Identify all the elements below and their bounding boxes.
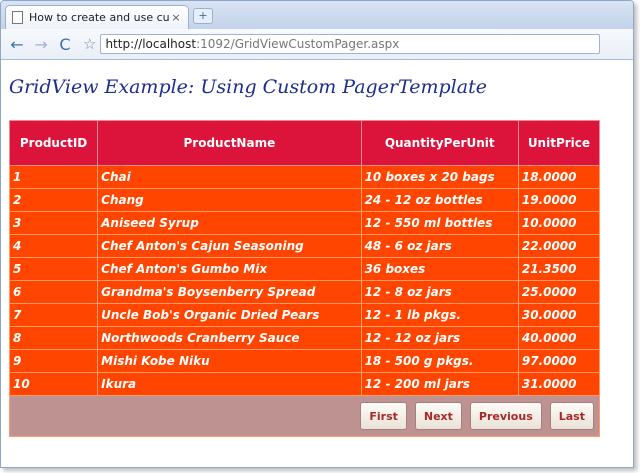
header-productid: ProductID bbox=[8, 120, 99, 166]
cell-quantity: 12 - 8 oz jars bbox=[360, 280, 519, 304]
cell-productid: 1 bbox=[8, 165, 99, 189]
browser-toolbar: ← → C ☆ http://localhost:1092/GridViewCu… bbox=[1, 29, 633, 60]
cell-productid: 6 bbox=[8, 280, 99, 304]
cell-productname: Aniseed Syrup bbox=[97, 211, 362, 235]
cell-quantity: 12 - 12 oz jars bbox=[360, 326, 519, 350]
tab-strip: How to create and use cus... × + bbox=[1, 1, 633, 29]
cell-productname: Ikura bbox=[97, 372, 362, 396]
star-icon[interactable]: ☆ bbox=[83, 35, 96, 53]
header-quantityperunit: QuantityPerUnit bbox=[360, 120, 519, 166]
cell-productid: 3 bbox=[8, 211, 99, 235]
page-icon bbox=[12, 11, 23, 24]
close-icon[interactable]: × bbox=[170, 11, 182, 24]
cell-price: 18.0000 bbox=[517, 165, 601, 189]
pager-cell: First Next Previous Last bbox=[9, 395, 600, 437]
header-row: ProductID ProductName QuantityPerUnit Un… bbox=[8, 120, 601, 166]
cell-price: 25.0000 bbox=[517, 280, 601, 304]
table-row: 6 Grandma's Boysenberry Spread 12 - 8 oz j… bbox=[8, 280, 601, 304]
cell-quantity: 12 - 1 lb pkgs. bbox=[360, 303, 519, 327]
page-content: GridView Example: Using Custom PagerTemp… bbox=[1, 60, 633, 467]
next-page-button[interactable]: Next bbox=[414, 402, 462, 430]
cell-quantity: 12 - 200 ml jars bbox=[360, 372, 519, 396]
cell-productname: Chai bbox=[97, 165, 362, 189]
cell-productname: Mishi Kobe Niku bbox=[97, 349, 362, 373]
first-page-button[interactable]: First bbox=[360, 402, 407, 430]
cell-productid: 5 bbox=[8, 257, 99, 281]
last-page-button[interactable]: Last bbox=[549, 402, 594, 430]
pager-row: First Next Previous Last bbox=[9, 395, 600, 437]
table-row: 10 Ikura 12 - 200 ml jars 31.0000 bbox=[8, 372, 601, 396]
cell-productname: Chang bbox=[97, 188, 362, 212]
header-productname: ProductName bbox=[97, 120, 362, 166]
table-row: 4 Chef Anton's Cajun Seasoning 48 - 6 oz j… bbox=[8, 234, 601, 258]
cell-productid: 9 bbox=[8, 349, 99, 373]
cell-price: 97.0000 bbox=[517, 349, 601, 373]
cell-price: 22.0000 bbox=[517, 234, 601, 258]
cell-quantity: 18 - 500 g pkgs. bbox=[360, 349, 519, 373]
back-icon[interactable]: ← bbox=[7, 34, 27, 54]
cell-price: 21.3500 bbox=[517, 257, 601, 281]
cell-productname: Chef Anton's Cajun Seasoning bbox=[97, 234, 362, 258]
header-unitprice: UnitPrice bbox=[517, 120, 601, 166]
cell-quantity: 10 boxes x 20 bags bbox=[360, 165, 519, 189]
cell-productname: Grandma's Boysenberry Spread bbox=[97, 280, 362, 304]
tab-title: How to create and use cus... bbox=[29, 11, 170, 24]
table-row: 8 Northwoods Cranberry Sauce 12 - 12 oz ja… bbox=[8, 326, 601, 350]
cell-productid: 10 bbox=[8, 372, 99, 396]
table-row: 2 Chang 24 - 12 oz bottles 19.0000 bbox=[8, 188, 601, 212]
cell-quantity: 36 boxes bbox=[360, 257, 519, 281]
cell-productid: 8 bbox=[8, 326, 99, 350]
url-path: :1092/GridViewCustomPager.aspx bbox=[196, 37, 400, 51]
forward-icon[interactable]: → bbox=[31, 34, 51, 54]
cell-productname: Northwoods Cranberry Sauce bbox=[97, 326, 362, 350]
cell-price: 40.0000 bbox=[517, 326, 601, 350]
cell-productid: 4 bbox=[8, 234, 99, 258]
cell-price: 19.0000 bbox=[517, 188, 601, 212]
table-row: 9 Mishi Kobe Niku 18 - 500 g pkgs. 97.0000 bbox=[8, 349, 601, 373]
reload-icon[interactable]: C bbox=[55, 34, 75, 54]
table-row: 5 Chef Anton's Gumbo Mix 36 boxes 21.3500 bbox=[8, 257, 601, 281]
url-host: http://localhost bbox=[105, 37, 197, 51]
cell-productid: 2 bbox=[8, 188, 99, 212]
table-row: 1 Chai 10 boxes x 20 bags 18.0000 bbox=[8, 165, 601, 189]
page-title: GridView Example: Using Custom PagerTemp… bbox=[9, 76, 487, 98]
cell-price: 30.0000 bbox=[517, 303, 601, 327]
table-row: 3 Aniseed Syrup 12 - 550 ml bottles 10.0000 bbox=[8, 211, 601, 235]
product-grid: ProductID ProductName QuantityPerUnit Un… bbox=[8, 120, 601, 437]
table-row: 7 Uncle Bob's Organic Dried Pears 12 - 1 l… bbox=[8, 303, 601, 327]
browser-window: How to create and use cus... × + ← → C ☆… bbox=[0, 0, 634, 468]
new-tab-button[interactable]: + bbox=[193, 8, 213, 24]
tab-active[interactable]: How to create and use cus... × bbox=[5, 5, 189, 29]
cell-price: 10.0000 bbox=[517, 211, 601, 235]
cell-price: 31.0000 bbox=[517, 372, 601, 396]
previous-page-button[interactable]: Previous bbox=[469, 402, 542, 430]
cell-productname: Chef Anton's Gumbo Mix bbox=[97, 257, 362, 281]
cell-quantity: 48 - 6 oz jars bbox=[360, 234, 519, 258]
cell-productid: 7 bbox=[8, 303, 99, 327]
cell-quantity: 24 - 12 oz bottles bbox=[360, 188, 519, 212]
cell-quantity: 12 - 550 ml bottles bbox=[360, 211, 519, 235]
pager: First Next Previous Last bbox=[10, 402, 599, 430]
cell-productname: Uncle Bob's Organic Dried Pears bbox=[97, 303, 362, 327]
address-bar[interactable]: http://localhost:1092/GridViewCustomPage… bbox=[100, 34, 601, 54]
